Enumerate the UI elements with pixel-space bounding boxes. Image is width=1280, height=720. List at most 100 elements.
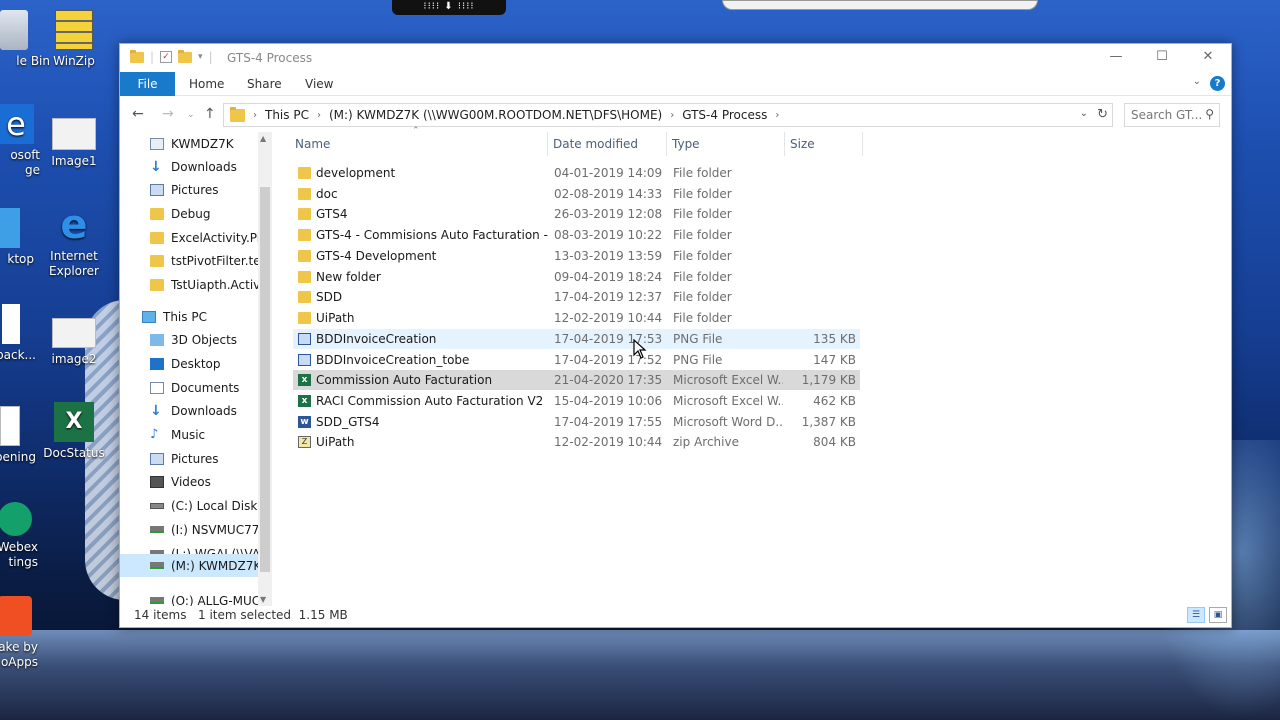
screen-recorder-toolbar[interactable]: ⁝⁝⁝⁝ ⬇ ⁝⁝⁝⁝ (392, 0, 506, 15)
nav-item-kwmdz7k[interactable]: KWMDZ7K📌 (150, 132, 272, 155)
nav-item-this-pc[interactable]: This PC (142, 305, 272, 328)
nav-item-downloads-quick[interactable]: ↓Downloads📌 (150, 155, 272, 178)
tab-home[interactable]: Home (189, 72, 224, 96)
address-dropdown-icon[interactable]: ⌄ (1080, 108, 1088, 119)
mouse-cursor-icon (633, 339, 647, 359)
expand-ribbon-icon[interactable]: ⌄ (1193, 76, 1201, 87)
nav-item-label: Desktop (171, 356, 221, 371)
tab-view[interactable]: View (305, 72, 333, 96)
desktop-icon-webex[interactable]: Webex tings (0, 502, 38, 570)
nav-item-debug[interactable]: Debug (150, 202, 272, 225)
desktop-icon-docstatus[interactable]: X DocStatus (34, 402, 114, 461)
nav-item-label: This PC (163, 309, 207, 324)
minimize-button[interactable]: — (1093, 44, 1139, 72)
breadcrumb-gts4-process[interactable]: GTS-4 Process (682, 108, 767, 122)
file-row[interactable]: w SDD_GTS4 17-04-2019 17:55 Microsoft Word … (293, 412, 860, 432)
refresh-icon[interactable]: ↻ (1097, 107, 1108, 122)
nav-item-3d-objects[interactable]: 3D Objects (150, 328, 272, 351)
nav-item-pictures[interactable]: Pictures (150, 447, 272, 470)
breadcrumb-separator[interactable]: › (670, 110, 674, 121)
recent-locations-icon[interactable]: ⌄ (187, 110, 195, 120)
excel-icon: X (54, 402, 94, 442)
file-row[interactable]: New folder 09-04-2019 18:24 File folder (293, 267, 860, 287)
ribbon-tabs: File Home Share View ⌄ ? (120, 72, 1231, 96)
nav-item-tstuiapth[interactable]: TstUiapth.Activit (150, 273, 272, 296)
nav-item-i-drive[interactable]: (I:) NSVMUC77-F (150, 518, 272, 541)
desktop-icon-internet-explorer[interactable]: e Internet Explorer (34, 205, 114, 279)
excel-file-icon: x (298, 395, 311, 407)
desktop-icon-image2[interactable]: image2 (34, 318, 114, 367)
address-bar[interactable]: › This PC › (M:) KWMDZ7K (\\WWG00M.ROOTD… (223, 103, 1113, 127)
desktop-icon-pack[interactable]: pack... (0, 304, 36, 363)
nav-item-desktop[interactable]: Desktop (150, 352, 272, 375)
help-icon[interactable]: ? (1210, 76, 1225, 91)
tab-file[interactable]: File (120, 72, 175, 96)
nav-item-documents[interactable]: Documents (150, 376, 272, 399)
details-view-icon[interactable]: ☰ (1187, 607, 1205, 623)
nav-item-videos[interactable]: Videos (150, 470, 272, 493)
desktop-icon-label: Image1 (51, 154, 97, 168)
column-header-type[interactable]: Type (667, 132, 785, 156)
file-row[interactable]: x RACI Commission Auto Facturation V2 15-0… (293, 391, 860, 411)
back-arrow-icon[interactable]: ← (132, 106, 144, 122)
nav-item-pictures-quick[interactable]: Pictures📌 (150, 178, 272, 201)
desktop-icon-ktop[interactable]: ktop (0, 208, 34, 267)
3d-objects-icon (150, 333, 164, 346)
scrollbar-thumb[interactable] (260, 187, 270, 572)
file-row[interactable]: Z UiPath 12-02-2019 10:44 zip Archive 804 KB (293, 432, 860, 452)
file-name: UiPath (316, 435, 355, 449)
desktop-icon-label: pening (0, 450, 36, 464)
file-type: Microsoft Excel W... (673, 394, 783, 408)
download-icon: ↓ (150, 158, 162, 175)
nav-item-downloads[interactable]: ↓ Downloads (150, 399, 272, 422)
desktop-icon-apps[interactable]: ake by oApps (0, 596, 38, 670)
breadcrumb-separator[interactable]: › (317, 110, 321, 121)
file-row[interactable]: SDD 17-04-2019 12:37 File folder (293, 287, 860, 307)
forward-arrow-icon[interactable]: → (162, 106, 174, 122)
selection-info: 1 item selected 1.15 MB (198, 608, 348, 622)
desktop-icon-opening[interactable]: pening (0, 406, 36, 465)
file-row[interactable]: GTS-4 Development 13-03-2019 13:59 File fo… (293, 246, 860, 266)
file-row[interactable]: development 04-01-2019 14:09 File folder (293, 163, 860, 183)
nav-item-m-drive[interactable]: (M:) KWMDZ7K (120, 554, 258, 577)
nav-item-excelactivity[interactable]: ExcelActivity.Piv (150, 226, 272, 249)
new-folder-icon[interactable] (178, 49, 193, 63)
up-arrow-icon[interactable]: ↑ (204, 106, 216, 122)
file-row[interactable]: BDDInvoiceCreation 17-04-2019 17:53 PNG Fi… (293, 329, 860, 349)
desktop-icon-winzip[interactable]: WinZip (34, 10, 114, 69)
nav-item-music[interactable]: ♪ Music (150, 423, 272, 446)
folder-icon (150, 231, 164, 244)
properties-icon[interactable]: ✓ (160, 51, 173, 63)
scroll-up-icon[interactable]: ▲ (260, 134, 266, 143)
large-icons-view-icon[interactable]: ▣ (1209, 607, 1227, 623)
column-header-date-modified[interactable]: Date modified (548, 132, 667, 156)
file-row[interactable]: GTS-4 - Commisions Auto Facturation - ..… (293, 225, 860, 245)
file-row[interactable]: GTS4 26-03-2019 12:08 File folder (293, 204, 860, 224)
desktop-icon-image1[interactable]: Image1 (34, 118, 114, 169)
breadcrumb-m-drive[interactable]: (M:) KWMDZ7K (\\WWG00M.ROOTDOM.NET\DFS\H… (329, 108, 662, 122)
file-name: UiPath (316, 311, 355, 325)
breadcrumb-separator[interactable]: › (775, 110, 779, 121)
nav-item-tstpivotfilter[interactable]: tstPivotFilter.test (150, 249, 272, 272)
title-bar[interactable]: | ✓ ▾ | GTS-4 Process — ☐ ✕ (120, 44, 1231, 72)
tab-share[interactable]: Share (247, 72, 282, 96)
file-row[interactable]: x Commission Auto Facturation 21-04-2020 1… (293, 370, 860, 390)
nav-pane-scrollbar[interactable]: ▲ ▼ (258, 132, 272, 606)
file-type: File folder (673, 311, 732, 325)
file-row[interactable]: UiPath 12-02-2019 10:44 File folder (293, 308, 860, 328)
search-input[interactable]: Search GT... ⚲ (1124, 103, 1220, 127)
maximize-button[interactable]: ☐ (1139, 44, 1185, 72)
navigation-bar: ← → ⌄ ↑ › This PC › (M:) KWMDZ7K (\\WWG0… (120, 96, 1231, 132)
folder-icon (298, 250, 311, 262)
folder-icon (298, 208, 311, 220)
file-row[interactable]: doc 02-08-2019 14:33 File folder (293, 184, 860, 204)
customize-toolbar-icon[interactable]: ▾ (198, 52, 203, 62)
file-explorer-window[interactable]: | ✓ ▾ | GTS-4 Process — ☐ ✕ File Home Sh… (119, 43, 1232, 628)
file-name: SDD_GTS4 (316, 415, 380, 429)
nav-item-c-drive[interactable]: (C:) Local Disk (150, 494, 272, 517)
column-header-name[interactable]: Name (290, 132, 548, 156)
breadcrumb-this-pc[interactable]: This PC (265, 108, 309, 122)
file-row[interactable]: BDDInvoiceCreation_tobe 17-04-2019 17:52 P… (293, 350, 860, 370)
column-header-size[interactable]: Size (785, 132, 863, 156)
close-button[interactable]: ✕ (1185, 44, 1231, 72)
